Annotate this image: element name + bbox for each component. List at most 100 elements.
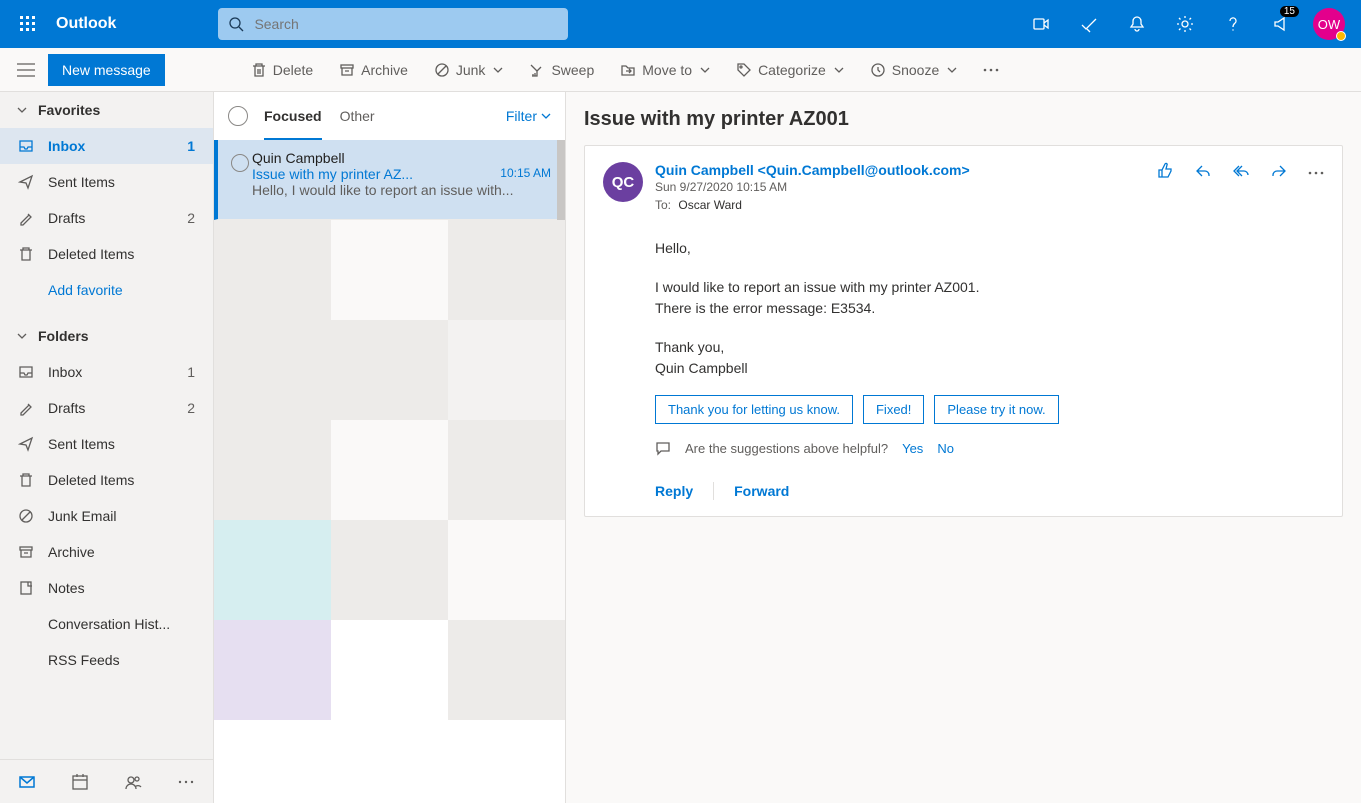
- scrollbar-thumb[interactable]: [557, 140, 565, 220]
- help-icon[interactable]: [1209, 0, 1257, 48]
- nav-item-conversation-hist-[interactable]: Conversation Hist...: [0, 606, 213, 642]
- reply-link[interactable]: Reply: [655, 483, 693, 499]
- nav-item-label: Archive: [48, 544, 201, 560]
- message-item[interactable]: Quin Campbell Issue with my printer AZ..…: [214, 140, 565, 220]
- clock-icon: [870, 62, 886, 78]
- app-header: Outlook 15 OW: [0, 0, 1361, 48]
- nav-item-deleted-items[interactable]: Deleted Items: [0, 236, 213, 272]
- chat-icon: [655, 440, 671, 456]
- nav-item-rss-feeds[interactable]: RSS Feeds: [0, 642, 213, 678]
- folder-nav: Favorites Inbox1 Sent Items Drafts 2 Deleted…: [0, 92, 214, 803]
- suggested-reply-1[interactable]: Thank you for letting us know.: [655, 395, 853, 424]
- message-list-pane: Focused Other Filter Quin Campbell Issue…: [214, 92, 566, 803]
- email-subject: Issue with my printer AZ001: [584, 108, 1343, 131]
- notifications-icon[interactable]: [1113, 0, 1161, 48]
- nav-item-count: 2: [187, 210, 201, 226]
- nav-item-label: Sent Items: [48, 174, 201, 190]
- move-to-button[interactable]: Move to: [608, 48, 722, 92]
- select-all-toggle[interactable]: [228, 106, 248, 126]
- nav-item-inbox[interactable]: Inbox1: [0, 354, 213, 390]
- snooze-button[interactable]: Snooze: [858, 48, 969, 92]
- new-message-button[interactable]: New message: [48, 54, 165, 86]
- more-actions-button[interactable]: [1308, 162, 1324, 178]
- to-line: To: Oscar Ward: [655, 198, 1144, 212]
- delete-button[interactable]: Delete: [239, 48, 325, 92]
- feedback-no[interactable]: No: [937, 441, 954, 456]
- suggested-reply-2[interactable]: Fixed!: [863, 395, 924, 424]
- trash-icon: [251, 62, 267, 78]
- nav-item-label: Drafts: [48, 210, 173, 226]
- ellipsis-icon: [983, 68, 999, 72]
- nav-item-label: Conversation Hist...: [48, 616, 201, 632]
- categorize-button[interactable]: Categorize: [724, 48, 856, 92]
- add-favorite-link[interactable]: Add favorite: [0, 272, 213, 308]
- search-input[interactable]: [254, 16, 568, 32]
- nav-toggle-button[interactable]: [6, 63, 46, 77]
- forward-button-icon[interactable]: [1270, 162, 1288, 183]
- nav-item-junk-email[interactable]: Junk Email: [0, 498, 213, 534]
- message-list[interactable]: Quin Campbell Issue with my printer AZ..…: [214, 140, 565, 803]
- reply-button[interactable]: [1194, 162, 1212, 183]
- folders-toggle[interactable]: Folders: [0, 318, 213, 354]
- sent-time: Sun 9/27/2020 10:15 AM: [655, 180, 1144, 194]
- nav-item-label: Deleted Items: [48, 472, 201, 488]
- nav-item-label: Notes: [48, 580, 201, 596]
- nav-item-drafts[interactable]: Drafts2: [0, 390, 213, 426]
- forward-link[interactable]: Forward: [734, 483, 789, 499]
- mail-module-button[interactable]: [9, 764, 45, 800]
- app-brand: Outlook: [48, 15, 128, 33]
- filter-button[interactable]: Filter: [506, 108, 551, 124]
- notif-badge: 15: [1280, 6, 1299, 17]
- settings-icon[interactable]: [1161, 0, 1209, 48]
- more-modules-button[interactable]: [168, 764, 204, 800]
- nav-item-count: 1: [187, 138, 201, 154]
- command-bar: New message Delete Archive Junk Sweep Mo…: [0, 48, 1361, 92]
- nav-item-label: Sent Items: [48, 436, 201, 452]
- message-time: 10:15 AM: [500, 166, 551, 182]
- more-commands-button[interactable]: [971, 48, 1011, 92]
- nav-item-inbox[interactable]: Inbox1: [0, 128, 213, 164]
- chevron-down-icon: [493, 65, 503, 75]
- suggestion-feedback: Are the suggestions above helpful? Yes N…: [603, 440, 1324, 456]
- archive-button[interactable]: Archive: [327, 48, 420, 92]
- nav-item-drafts[interactable]: Drafts 2: [0, 200, 213, 236]
- people-module-button[interactable]: [115, 764, 151, 800]
- teams-call-icon[interactable]: [1017, 0, 1065, 48]
- search-box[interactable]: [218, 8, 568, 40]
- nav-item-label: RSS Feeds: [48, 652, 201, 668]
- suggested-reply-3[interactable]: Please try it now.: [934, 395, 1058, 424]
- chevron-down-icon: [16, 104, 28, 116]
- nav-item-deleted-items[interactable]: Deleted Items: [0, 462, 213, 498]
- like-button[interactable]: [1156, 162, 1174, 183]
- nav-item-sent-items[interactable]: Sent Items: [0, 164, 213, 200]
- app-launcher-button[interactable]: [8, 0, 48, 48]
- sender-avatar: QC: [603, 162, 643, 202]
- junk-button[interactable]: Junk: [422, 48, 516, 92]
- message-list-header: Focused Other Filter: [214, 92, 565, 140]
- tab-focused[interactable]: Focused: [264, 92, 322, 140]
- message-subject: Issue with my printer AZ...: [252, 166, 500, 182]
- email-card: QC Quin Campbell <Quin.Campbell@outlook.…: [584, 145, 1343, 517]
- nav-item-sent-items[interactable]: Sent Items: [0, 426, 213, 462]
- chevron-down-icon: [834, 65, 844, 75]
- nav-item-count: 1: [187, 364, 201, 380]
- message-preview: Hello, I would like to report an issue w…: [252, 182, 551, 198]
- nav-item-archive[interactable]: Archive: [0, 534, 213, 570]
- tab-other[interactable]: Other: [340, 92, 375, 140]
- todo-icon[interactable]: [1065, 0, 1113, 48]
- whatsnew-icon[interactable]: 15: [1257, 0, 1305, 48]
- account-button[interactable]: OW: [1305, 0, 1353, 48]
- reply-all-button[interactable]: [1232, 162, 1250, 183]
- suggested-replies: Thank you for letting us know. Fixed! Pl…: [603, 395, 1324, 424]
- message-select-toggle[interactable]: [228, 150, 252, 209]
- favorites-toggle[interactable]: Favorites: [0, 92, 213, 128]
- sweep-button[interactable]: Sweep: [517, 48, 606, 92]
- tag-icon: [736, 62, 752, 78]
- calendar-module-button[interactable]: [62, 764, 98, 800]
- nav-item-label: Junk Email: [48, 508, 201, 524]
- feedback-yes[interactable]: Yes: [902, 441, 923, 456]
- nav-item-count: 2: [187, 400, 201, 416]
- chevron-down-icon: [700, 65, 710, 75]
- nav-item-notes[interactable]: Notes: [0, 570, 213, 606]
- sender-name[interactable]: Quin Campbell <Quin.Campbell@outlook.com…: [655, 162, 1144, 178]
